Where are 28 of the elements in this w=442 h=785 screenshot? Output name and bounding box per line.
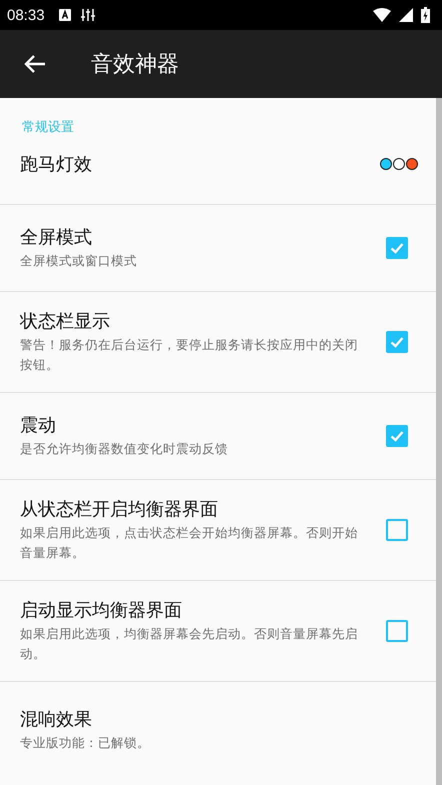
setting-summary: 如果启用此选项，点击状态栏会开始均衡器屏幕。否则开始音量屏幕。: [20, 524, 359, 562]
setting-title: 跑马灯效: [20, 153, 93, 176]
setting-summary: 警告！服务仍在后台运行，要停止服务请长按应用中的关闭按钮。: [20, 336, 359, 374]
checkbox[interactable]: [386, 237, 408, 259]
section-title: 常规设置: [21, 119, 75, 136]
setting-title: 状态栏显示: [20, 310, 111, 333]
app-title: 音效神器: [91, 51, 179, 79]
status-time: 08:33: [7, 6, 45, 24]
setting-title: 启动显示均衡器界面: [20, 599, 183, 622]
checkbox[interactable]: [386, 519, 408, 541]
battery-icon: [421, 7, 430, 23]
back-icon[interactable]: [24, 54, 46, 74]
signal-icon: [399, 8, 413, 22]
setting-summary: 是否允许均衡器数值变化时震动反馈: [20, 440, 229, 458]
setting-title: 混响效果: [20, 708, 93, 730]
wifi-icon: [373, 8, 391, 22]
setting-summary: 专业版功能：已解锁。: [20, 734, 151, 752]
setting-summary: 全屏模式或窗口模式: [20, 252, 138, 270]
equalizer-notification-icon: [80, 8, 95, 22]
setting-title: 震动: [20, 414, 57, 437]
setting-title: 从状态栏开启均衡器界面: [20, 498, 219, 521]
checkbox[interactable]: [386, 620, 408, 642]
setting-title: 全屏模式: [20, 226, 93, 249]
keyboard-notification-icon: [58, 9, 71, 21]
setting-summary: 如果启用此选项，均衡器屏幕会先启动。否则音量屏幕先启动。: [20, 625, 359, 663]
checkbox[interactable]: [386, 331, 408, 353]
scrollbar[interactable]: [436, 98, 442, 785]
checkbox[interactable]: [386, 425, 408, 447]
